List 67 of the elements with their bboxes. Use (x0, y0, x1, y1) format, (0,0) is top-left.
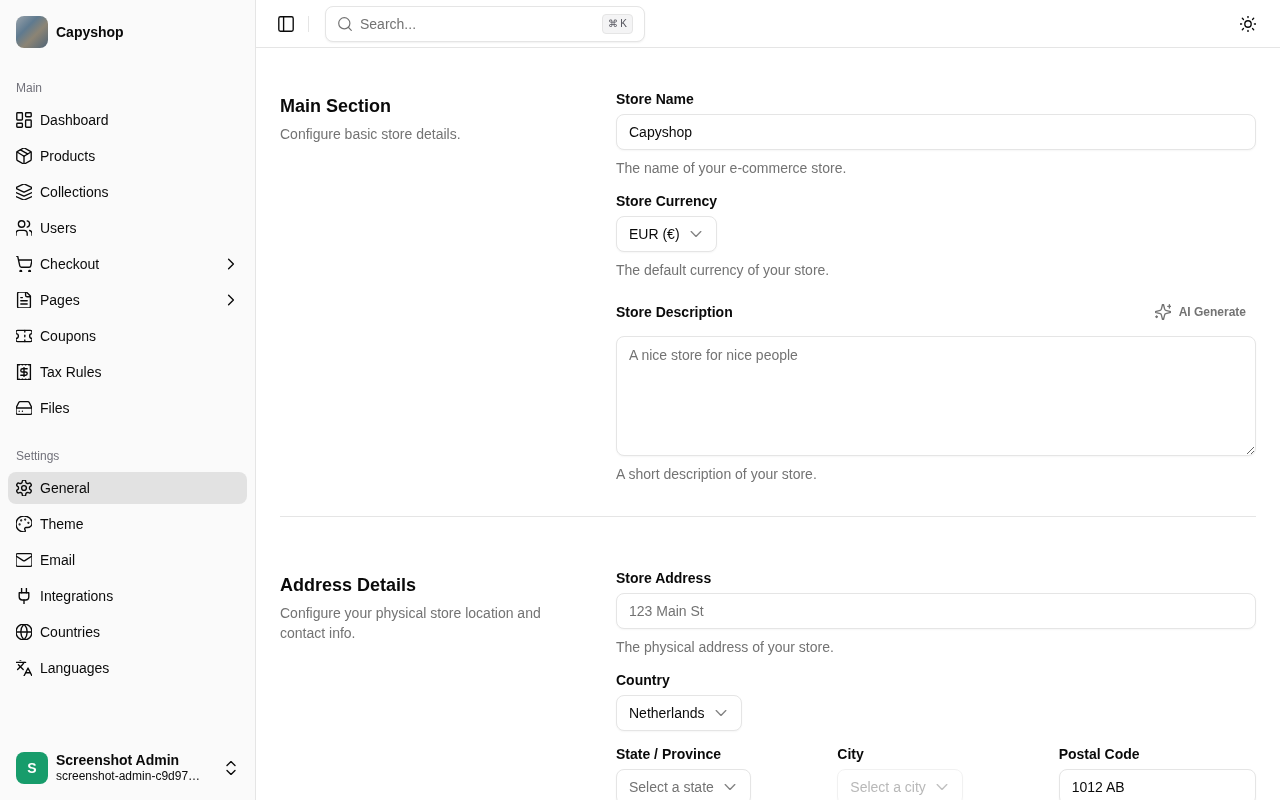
sidebar-item[interactable]: Languages (8, 652, 247, 684)
search-icon (338, 16, 352, 31)
section-title: Main Section (280, 95, 392, 118)
field-label: Postal Code (1058, 747, 1140, 761)
users-icon (16, 220, 32, 236)
group-label: Settings (15, 448, 61, 465)
user-menu-button[interactable]: S Screenshot Admin screenshot-admin-c9d97… (8, 744, 247, 792)
user-email: screenshot-admin-c9d97… (56, 768, 201, 784)
sidebar-item[interactable]: General (8, 472, 247, 504)
text-input[interactable]: Capyshop (616, 114, 1256, 150)
sidebar-item[interactable]: Pages (8, 284, 247, 316)
section-title: Address Details (280, 574, 418, 597)
select-field[interactable]: Netherlands (616, 695, 742, 731)
sidebar-item[interactable]: Files (8, 392, 247, 424)
palette-icon (16, 516, 32, 532)
panel-left-icon (278, 15, 294, 32)
sidebar-item[interactable]: Theme (8, 508, 247, 540)
ticket-icon (16, 328, 32, 344)
ai-generate-button[interactable]: AI Generate (1144, 296, 1256, 328)
drive-icon (16, 400, 32, 416)
helper-text: The default currency of your store. (616, 261, 831, 280)
helper-text: The physical address of your store. (616, 638, 835, 657)
sidebar-item[interactable]: Integrations (8, 580, 247, 612)
globe-icon (16, 624, 32, 640)
sidebar-item[interactable]: Dashboard (8, 104, 247, 136)
description-textarea[interactable]: A nice store for nice people (616, 336, 1256, 456)
box-icon (16, 148, 32, 164)
sidebar-item[interactable]: Products (8, 140, 247, 172)
sidebar-item[interactable]: Checkout (8, 248, 247, 280)
select-field[interactable]: Select a state (616, 769, 751, 800)
helper-text: A short description of your store. (616, 465, 818, 484)
field-label: Country (616, 673, 670, 687)
receipt-icon (16, 364, 32, 380)
sidebar-item[interactable]: Countries (8, 616, 247, 648)
field-label: Store Name (616, 92, 694, 106)
plug-icon (16, 588, 32, 604)
text-input[interactable]: 123 Main St (616, 593, 1256, 629)
group-label: Main (15, 80, 43, 97)
settings-icon (16, 480, 32, 496)
select-field[interactable]: EUR (€) (616, 216, 717, 252)
store-name: Capyshop (56, 24, 124, 40)
chevrons-up-down-icon (223, 760, 239, 776)
mail-icon (16, 552, 32, 568)
logo-photo (16, 16, 48, 48)
document-icon (16, 292, 32, 308)
sparkles-icon (1154, 304, 1171, 320)
helper-text: The name of your e-commerce store. (616, 159, 848, 178)
sidebar-item[interactable]: Collections (8, 176, 247, 208)
field-label: Store Description (616, 305, 733, 319)
sun-icon (1240, 15, 1256, 32)
field-label: Store Currency (616, 194, 718, 208)
layers-icon (16, 184, 32, 200)
sidebar-item[interactable]: Tax Rules (8, 356, 247, 388)
grid-icon (16, 112, 32, 128)
user-avatar: S (16, 752, 48, 784)
text-input[interactable]: 1012 AB (1058, 769, 1256, 800)
cart-icon (16, 256, 32, 272)
sidebar-item[interactable]: Email (8, 544, 247, 576)
field-label: State / Province (616, 747, 722, 761)
translate-icon (16, 660, 32, 676)
section-description: Configure your physical store location and contact info. (280, 604, 542, 643)
field-label: Store Address (616, 571, 712, 585)
sidebar-item[interactable]: Coupons (8, 320, 247, 352)
user-name: Screenshot Admin (56, 752, 180, 768)
section-description: Configure basic store details. (280, 125, 462, 144)
sidebar-item[interactable]: Users (8, 212, 247, 244)
field-label: City (837, 747, 864, 761)
